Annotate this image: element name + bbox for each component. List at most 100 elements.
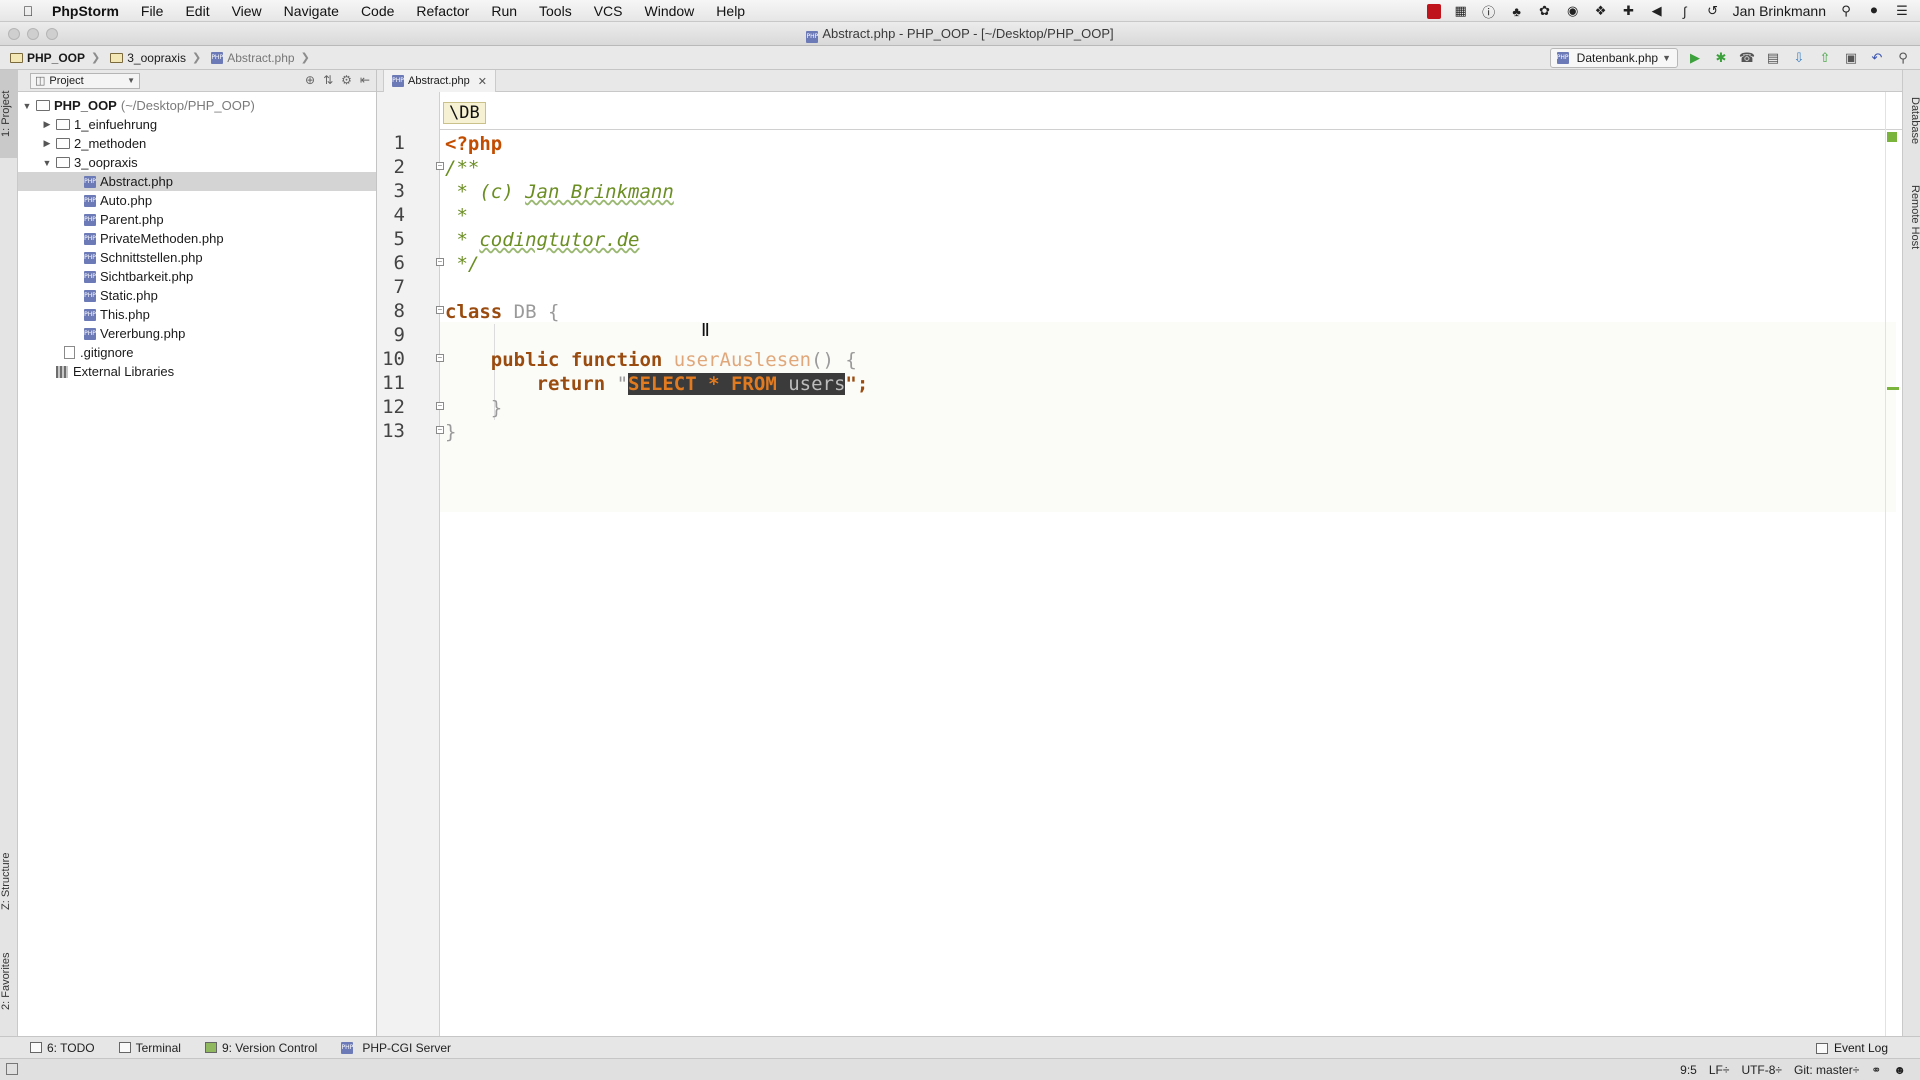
- tool-window-terminal[interactable]: Terminal: [118, 1041, 181, 1055]
- menu-window[interactable]: Window: [634, 3, 706, 19]
- document-tray-icon[interactable]: ▦: [1453, 3, 1469, 19]
- change-marker[interactable]: [1887, 387, 1899, 390]
- function-keyword: public function: [445, 349, 663, 371]
- tree-file-schnittstellen[interactable]: PHP Schnittstellen.php: [18, 248, 376, 267]
- caret-position[interactable]: 9:5: [1680, 1063, 1697, 1077]
- tool-window-remote-host[interactable]: Remote Host: [1903, 174, 1920, 260]
- version-control-icon: [204, 1042, 217, 1053]
- close-tab-icon[interactable]: ✕: [478, 75, 487, 88]
- expanded-arrow-icon[interactable]: ▼: [42, 158, 52, 168]
- leaf-tray-icon[interactable]: ✿: [1537, 3, 1553, 19]
- siri-icon[interactable]: ⚫: [1866, 3, 1882, 19]
- code-editor[interactable]: \DB 1 2 3 4 5 6 7 8 9 10 11 12 13 – – – …: [377, 92, 1902, 1036]
- vcs-commit-icon[interactable]: ⇧: [1816, 49, 1834, 67]
- search-everywhere-icon[interactable]: ⚲: [1894, 49, 1912, 67]
- tree-folder-oopraxis[interactable]: ▼ 3_oopraxis: [18, 153, 376, 172]
- tree-file-this[interactable]: PHP This.php: [18, 305, 376, 324]
- spotlight-search-icon[interactable]: ⚲: [1838, 3, 1854, 19]
- fold-marker-icon[interactable]: –: [436, 354, 444, 362]
- toggle-tool-buttons-icon[interactable]: [6, 1063, 18, 1075]
- tool-window-version-control[interactable]: 9: Version Control: [204, 1041, 317, 1055]
- run-icon[interactable]: ▶: [1686, 49, 1704, 67]
- volume-icon[interactable]: ◀: [1649, 3, 1665, 19]
- coverage-icon[interactable]: ▤: [1764, 49, 1782, 67]
- evernote-tray-icon[interactable]: ♣: [1509, 3, 1525, 19]
- line-separator-select[interactable]: LF÷: [1709, 1063, 1730, 1077]
- bluetooth-icon[interactable]: ∫: [1677, 3, 1693, 19]
- revert-icon[interactable]: ↶: [1868, 49, 1886, 67]
- git-branch-select[interactable]: Git: master÷: [1794, 1063, 1859, 1077]
- tree-folder-einfuehrung[interactable]: ▶ 1_einfuehrung: [18, 115, 376, 134]
- listen-debug-icon[interactable]: ☎: [1738, 49, 1756, 67]
- tree-external-libraries[interactable]: ▶ External Libraries: [18, 362, 376, 381]
- expanded-arrow-icon[interactable]: ▼: [22, 101, 32, 111]
- tool-window-favorites[interactable]: 2: Favorites: [0, 938, 18, 1024]
- menu-tools[interactable]: Tools: [528, 3, 583, 19]
- dropbox-icon[interactable]: ❖: [1593, 3, 1609, 19]
- fold-marker-icon[interactable]: –: [436, 162, 444, 170]
- menu-view[interactable]: View: [221, 3, 273, 19]
- status-bar: 9:5 LF÷ UTF-8÷ Git: master÷ ⚭ ☻: [0, 1058, 1920, 1080]
- menu-help[interactable]: Help: [705, 3, 756, 19]
- collapse-all-icon[interactable]: ⇅: [323, 73, 333, 87]
- scroll-from-source-icon[interactable]: ⊕: [305, 73, 315, 87]
- tree-file-auto[interactable]: PHP Auto.php: [18, 191, 376, 210]
- menu-navigate[interactable]: Navigate: [273, 3, 350, 19]
- info-tray-icon[interactable]: ⓘ: [1481, 3, 1497, 20]
- tool-window-todo[interactable]: 6: TODO: [30, 1041, 95, 1055]
- recording-app-icon[interactable]: [1426, 3, 1441, 19]
- menu-app-name[interactable]: PhpStorm: [52, 3, 130, 19]
- plus-tray-icon[interactable]: ✚: [1621, 3, 1637, 19]
- fold-marker-icon[interactable]: –: [436, 402, 444, 410]
- menu-file[interactable]: File: [130, 3, 175, 19]
- event-log-button[interactable]: Event Log: [1815, 1041, 1888, 1055]
- run-configuration-select[interactable]: PHP Datenbank.php ▼: [1549, 48, 1678, 68]
- gear-icon[interactable]: ⚙: [341, 73, 352, 87]
- collapsed-arrow-icon[interactable]: ▶: [42, 119, 52, 130]
- notification-center-icon[interactable]: ☰: [1894, 3, 1910, 19]
- hide-panel-icon[interactable]: ⇤: [360, 73, 370, 87]
- breadcrumb-file[interactable]: PHP Abstract.php ❯: [201, 51, 310, 65]
- tool-window-structure[interactable]: Z: Structure: [0, 838, 18, 924]
- user-name[interactable]: Jan Brinkmann: [1733, 3, 1826, 19]
- menu-code[interactable]: Code: [350, 3, 405, 19]
- vcs-compare-icon[interactable]: ▣: [1842, 49, 1860, 67]
- encoding-select[interactable]: UTF-8÷: [1741, 1063, 1782, 1077]
- project-view-select[interactable]: ◫ Project ▼: [30, 72, 140, 89]
- text-cursor-icon: Ⅱ: [701, 320, 710, 341]
- tree-file-sichtbarkeit[interactable]: PHP Sichtbarkeit.php: [18, 267, 376, 286]
- fold-marker-icon[interactable]: –: [436, 426, 444, 434]
- menu-refactor[interactable]: Refactor: [405, 3, 480, 19]
- tree-root[interactable]: ▼ PHP_OOP (~/Desktop/PHP_OOP): [18, 96, 376, 115]
- scope-breadcrumb[interactable]: \DB: [443, 102, 486, 124]
- tree-file-gitignore[interactable]: .gitignore: [18, 343, 376, 362]
- menu-edit[interactable]: Edit: [174, 3, 220, 19]
- vcs-update-icon[interactable]: ⇩: [1790, 49, 1808, 67]
- doc-comment: *: [445, 205, 468, 227]
- tree-file-static[interactable]: PHP Static.php: [18, 286, 376, 305]
- lock-icon[interactable]: ⚭: [1871, 1063, 1881, 1077]
- tool-window-database[interactable]: Database: [1903, 84, 1920, 158]
- collapsed-arrow-icon[interactable]: ▶: [42, 138, 52, 149]
- breadcrumb-folder[interactable]: 3_oopraxis ❯: [100, 51, 201, 65]
- tree-file-parent[interactable]: PHP Parent.php: [18, 210, 376, 229]
- line-number: 4: [393, 204, 405, 226]
- inspection-ok-icon[interactable]: [1887, 132, 1897, 142]
- tool-window-php-cgi[interactable]: PHP PHP-CGI Server: [341, 1041, 451, 1055]
- breadcrumb-project[interactable]: PHP_OOP ❯: [0, 51, 100, 65]
- tree-folder-methoden[interactable]: ▶ 2_methoden: [18, 134, 376, 153]
- menu-run[interactable]: Run: [480, 3, 528, 19]
- fold-marker-icon[interactable]: –: [436, 258, 444, 266]
- inspector-icon[interactable]: ☻: [1893, 1063, 1906, 1077]
- apple-menu-icon[interactable]: : [18, 3, 38, 19]
- tool-window-project[interactable]: 1: Project: [0, 70, 18, 158]
- tree-file-abstract[interactable]: PHP Abstract.php: [18, 172, 376, 191]
- menu-vcs[interactable]: VCS: [583, 3, 634, 19]
- tree-file-vererbung[interactable]: PHP Vererbung.php: [18, 324, 376, 343]
- editor-tab-abstract[interactable]: PHP Abstract.php ✕: [383, 70, 496, 92]
- tree-file-privatemethoden[interactable]: PHP PrivateMethoden.php: [18, 229, 376, 248]
- time-machine-icon[interactable]: ↺: [1705, 3, 1721, 19]
- debug-icon[interactable]: ✱: [1712, 49, 1730, 67]
- fold-marker-icon[interactable]: –: [436, 306, 444, 314]
- eye-tray-icon[interactable]: ◉: [1565, 3, 1581, 19]
